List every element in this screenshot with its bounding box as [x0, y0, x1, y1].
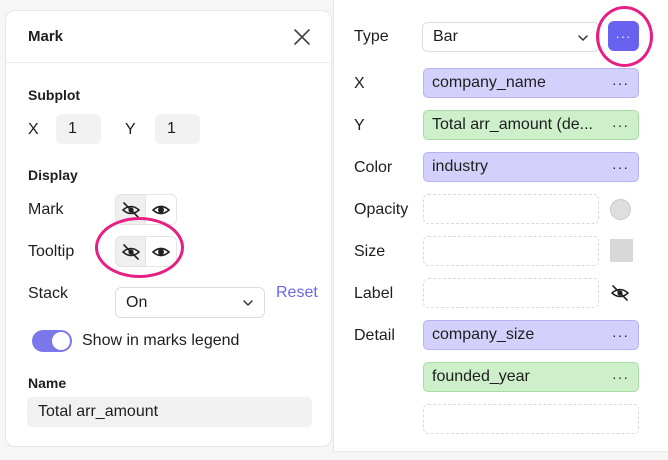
opacity-drop-slot[interactable] — [423, 194, 599, 224]
mark-panel-title: Mark — [28, 28, 64, 45]
tooltip-show-button[interactable] — [146, 236, 177, 267]
subplot-x-label: X — [28, 121, 39, 138]
more-icon[interactable]: ··· — [612, 153, 629, 181]
mark-panel-header: Mark — [6, 11, 331, 63]
size-swatch[interactable] — [610, 239, 633, 262]
mark-show-button[interactable] — [146, 194, 177, 225]
mark-hide-button[interactable] — [115, 194, 146, 225]
opacity-encoding-label: Opacity — [354, 201, 409, 218]
eye-off-icon — [121, 243, 140, 260]
type-label: Type — [354, 28, 389, 45]
chevron-down-icon — [243, 300, 253, 307]
chevron-down-icon — [578, 35, 588, 42]
y-encoding-label: Y — [354, 117, 365, 134]
more-icon: ··· — [615, 28, 632, 44]
type-select[interactable]: Bar — [422, 22, 600, 52]
mark-visibility-toggle — [115, 194, 177, 225]
detail-drop-slot[interactable] — [423, 404, 639, 434]
eye-off-icon — [121, 201, 140, 218]
display-heading: Display — [28, 167, 78, 183]
more-icon[interactable]: ··· — [612, 363, 629, 391]
more-icon[interactable]: ··· — [612, 321, 629, 349]
tooltip-hide-button[interactable] — [115, 236, 146, 267]
mark-name-input[interactable] — [27, 397, 312, 427]
encoding-panel: Type Bar ··· X company_name ··· Y Total … — [333, 0, 668, 452]
detail-field-name: company_size — [432, 326, 535, 343]
name-heading: Name — [28, 375, 67, 391]
stack-reset-link[interactable]: Reset — [276, 284, 318, 302]
close-icon[interactable] — [293, 28, 311, 46]
color-field-pill[interactable]: industry ··· — [423, 152, 639, 182]
label-drop-slot[interactable] — [423, 278, 599, 308]
type-select-value: Bar — [433, 28, 458, 45]
more-icon[interactable]: ··· — [612, 111, 629, 139]
color-encoding-label: Color — [354, 159, 393, 176]
show-in-legend-label: Show in marks legend — [82, 332, 240, 349]
tooltip-visibility-label: Tooltip — [28, 243, 75, 260]
subplot-y-input[interactable]: 1 — [155, 114, 200, 144]
color-field-name: industry — [432, 158, 489, 175]
detail-field-pill[interactable]: founded_year ··· — [423, 362, 639, 392]
show-in-legend-toggle[interactable] — [32, 330, 72, 352]
eye-off-icon[interactable] — [610, 285, 630, 301]
y-field-pill[interactable]: Total arr_amount (de... ··· — [423, 110, 639, 140]
detail-encoding-label: Detail — [354, 327, 395, 344]
detail-field-pill[interactable]: company_size ··· — [423, 320, 639, 350]
detail-field-name: founded_year — [432, 368, 530, 385]
stack-label: Stack — [28, 285, 69, 302]
subplot-y-label: Y — [125, 121, 136, 138]
eye-icon — [151, 247, 171, 256]
opacity-swatch[interactable] — [610, 199, 631, 220]
tooltip-visibility-toggle — [115, 236, 177, 267]
subplot-x-input[interactable]: 1 — [56, 114, 101, 144]
type-more-button[interactable]: ··· — [608, 21, 639, 51]
label-encoding-label: Label — [354, 285, 394, 302]
size-encoding-label: Size — [354, 243, 386, 260]
eye-icon — [151, 205, 171, 214]
x-field-pill[interactable]: company_name ··· — [423, 68, 639, 98]
stack-select-value: On — [126, 294, 148, 311]
subplot-heading: Subplot — [28, 87, 81, 103]
x-field-name: company_name — [432, 74, 546, 91]
size-drop-slot[interactable] — [423, 236, 599, 266]
more-icon[interactable]: ··· — [612, 69, 629, 97]
toggle-knob — [52, 332, 70, 350]
x-encoding-label: X — [354, 75, 365, 92]
stack-select[interactable]: On — [115, 287, 265, 318]
mark-panel: Mark Subplot X 1 Y 1 Display Mark Toolti… — [5, 10, 332, 447]
mark-visibility-label: Mark — [28, 201, 64, 218]
y-field-name: Total arr_amount (de... — [432, 116, 593, 133]
